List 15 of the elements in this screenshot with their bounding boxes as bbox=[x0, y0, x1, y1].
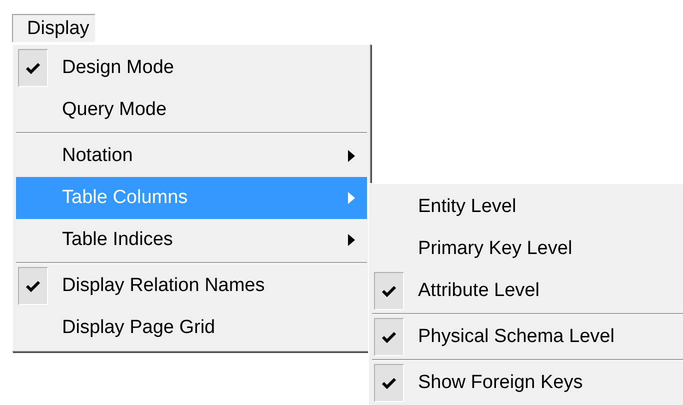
menu-item[interactable]: Query Mode bbox=[16, 89, 367, 131]
submenu-arrow-icon bbox=[348, 192, 355, 204]
submenu-arrow-icon bbox=[348, 150, 355, 162]
menu-item[interactable]: Table Indices bbox=[16, 219, 367, 261]
menu-item[interactable]: Notation bbox=[16, 135, 367, 177]
menu-bar-item[interactable]: Display bbox=[12, 14, 96, 42]
menu-item[interactable]: Display Relation Names bbox=[16, 265, 367, 307]
menu-item[interactable]: Primary Key Level bbox=[372, 228, 683, 270]
menu-item[interactable]: Display Page Grid bbox=[16, 307, 367, 349]
menu-item[interactable]: Attribute Level bbox=[372, 270, 683, 312]
submenu-arrow-icon bbox=[348, 234, 355, 246]
menu-item[interactable]: Entity Level bbox=[372, 186, 683, 228]
menu-item[interactable]: Show Foreign Keys bbox=[372, 362, 683, 404]
menu-item[interactable]: Physical Schema Level bbox=[372, 316, 683, 358]
menu-item[interactable]: Design Mode bbox=[16, 47, 367, 89]
